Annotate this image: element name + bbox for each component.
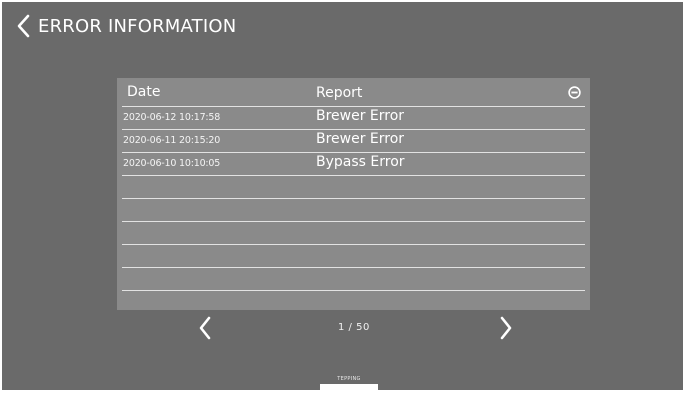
error-information-screen: ERROR INFORMATION Date Report 2020-06-12…: [2, 2, 683, 390]
table-row: [122, 267, 585, 290]
minus-circle-icon[interactable]: [568, 86, 581, 99]
table-row: [122, 198, 585, 221]
brand-logo-tab: TEPPING: [320, 374, 378, 390]
brand-label: TEPPING: [337, 376, 361, 382]
brand-bar: [320, 384, 378, 390]
row-report: Brewer Error: [316, 131, 405, 147]
error-log-table: Date Report 2020-06-12 10:17:58 Brewer E…: [117, 78, 590, 310]
next-page-chevron-icon[interactable]: [498, 315, 514, 341]
table-header: Date Report: [117, 78, 590, 106]
column-header-date: Date: [127, 84, 161, 100]
row-date: 2020-06-12 10:17:58: [123, 112, 221, 123]
row-report: Brewer Error: [316, 108, 405, 124]
header: ERROR INFORMATION: [14, 12, 236, 40]
row-date: 2020-06-11 20:15:20: [123, 135, 221, 146]
table-row[interactable]: 2020-06-11 20:15:20 Brewer Error: [122, 129, 585, 152]
table-row[interactable]: 2020-06-12 10:17:58 Brewer Error: [122, 106, 585, 129]
table-row: [122, 221, 585, 244]
table-row: [122, 244, 585, 267]
column-header-report: Report: [316, 85, 363, 101]
table-row: [122, 175, 585, 198]
table-row: [122, 290, 585, 313]
pagination: 1 / 50: [117, 314, 590, 342]
table-row[interactable]: 2020-06-10 10:10:05 Bypass Error: [122, 152, 585, 175]
row-report: Bypass Error: [316, 154, 405, 170]
previous-page-chevron-icon[interactable]: [197, 315, 213, 341]
page-title: ERROR INFORMATION: [38, 15, 237, 37]
row-date: 2020-06-10 10:10:05: [123, 158, 221, 169]
back-chevron-icon[interactable]: [14, 13, 36, 39]
table-body: 2020-06-12 10:17:58 Brewer Error 2020-06…: [122, 106, 585, 313]
page-indicator: 1 / 50: [338, 322, 370, 333]
